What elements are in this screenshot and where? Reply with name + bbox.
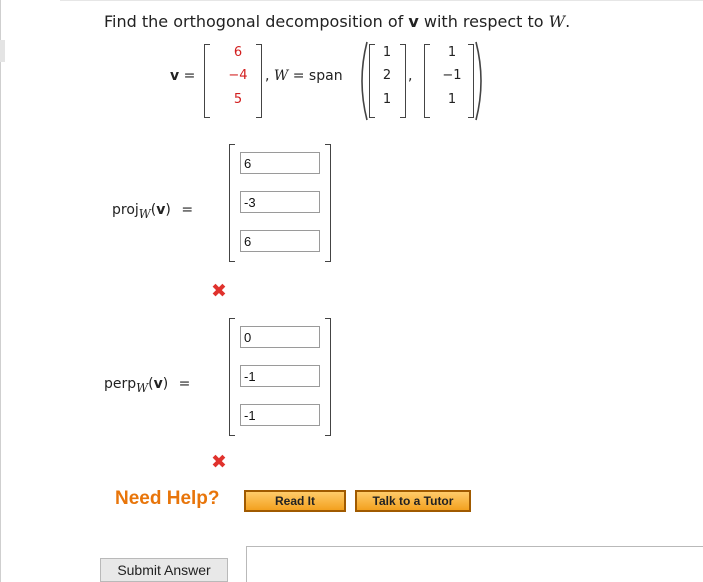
vector-v-entry-3: 5 xyxy=(233,92,243,107)
basis1-entry-2: 2 xyxy=(382,68,392,83)
basis2-left-bracket xyxy=(424,44,430,118)
proj-subscript: W xyxy=(138,206,151,221)
subspace-w-label: , W = span xyxy=(265,68,343,84)
vector-v-entry-2: −4 xyxy=(228,68,248,83)
read-it-button[interactable]: Read It xyxy=(244,490,346,512)
incorrect-x-icon: ✖ xyxy=(211,280,227,302)
question-text: Find the orthogonal decomposition of v w… xyxy=(104,12,570,31)
proj-input-1[interactable] xyxy=(240,152,320,174)
vector-v-entry-1: 6 xyxy=(233,45,243,60)
basis1-right-bracket xyxy=(400,44,406,118)
perp-prefix: perp xyxy=(104,376,137,392)
vector-v-equals: = xyxy=(183,68,196,84)
question-prefix: Find the orthogonal decomposition of xyxy=(104,12,404,31)
vector-v-right-bracket xyxy=(256,44,262,118)
proj-input-2[interactable] xyxy=(240,191,320,213)
perp-input-3[interactable] xyxy=(240,404,320,426)
question-middle: with respect to xyxy=(423,12,544,31)
basis1-entry-1: 1 xyxy=(382,45,392,60)
basis-separator: , xyxy=(408,68,413,84)
perp-arg-close: ) xyxy=(162,376,169,392)
question-subspace-symbol: W xyxy=(548,12,566,31)
subspace-comma: , xyxy=(265,68,270,84)
subspace-w-symbol: W xyxy=(273,68,289,84)
perp-arg-symbol: v xyxy=(153,376,163,392)
basis2-entry-1: 1 xyxy=(447,45,457,60)
frame-top-border xyxy=(60,0,703,1)
proj-equals: = xyxy=(181,202,194,218)
perp-equals: = xyxy=(178,376,191,392)
answer-feedback-panel xyxy=(246,546,703,582)
proj-label: projW(v) = xyxy=(112,202,193,221)
perp-subscript: W xyxy=(136,380,149,395)
question-vector-symbol: v xyxy=(408,12,419,31)
frame-left-tab xyxy=(0,40,5,62)
perp-left-bracket xyxy=(229,318,235,436)
perp-label: perpW(v) = xyxy=(104,376,190,395)
vector-v-left-bracket xyxy=(204,44,210,118)
proj-input-3[interactable] xyxy=(240,230,320,252)
subspace-span-text: = span xyxy=(292,68,343,84)
talk-to-tutor-button[interactable]: Talk to a Tutor xyxy=(355,490,471,512)
incorrect-x-icon: ✖ xyxy=(211,451,227,473)
perp-input-2[interactable] xyxy=(240,365,320,387)
span-right-paren xyxy=(475,41,482,121)
basis1-entry-3: 1 xyxy=(382,92,392,107)
proj-left-bracket xyxy=(229,144,235,262)
proj-arg-close: ) xyxy=(165,202,171,218)
vector-v-label: v = xyxy=(170,68,195,84)
basis2-entry-3: 1 xyxy=(447,92,457,107)
perp-input-1[interactable] xyxy=(240,326,320,348)
question-suffix: . xyxy=(565,12,571,31)
perp-right-bracket xyxy=(325,318,331,436)
submit-answer-button[interactable]: Submit Answer xyxy=(100,558,228,582)
proj-right-bracket xyxy=(325,144,331,262)
span-left-paren xyxy=(361,41,368,121)
basis2-entry-2: −1 xyxy=(442,68,462,83)
need-help-label: Need Help? xyxy=(115,488,220,509)
frame-left-border xyxy=(0,0,1,582)
proj-prefix: proj xyxy=(112,202,139,218)
vector-v-symbol: v xyxy=(170,68,180,84)
